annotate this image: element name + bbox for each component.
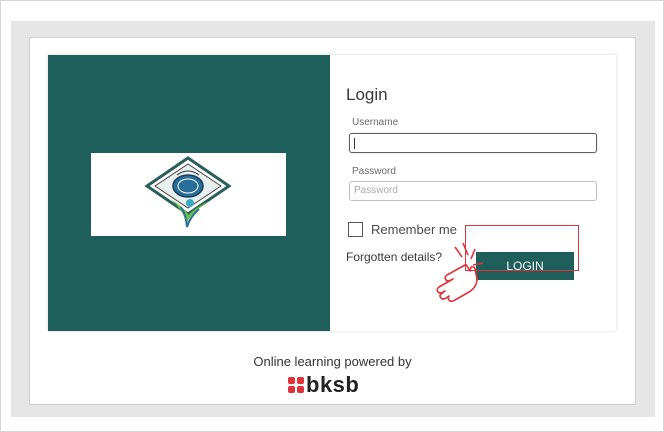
screenshot-frame: Login Username Password Password Remembe… xyxy=(0,0,664,432)
password-placeholder: Password xyxy=(354,185,398,196)
login-title: Login xyxy=(346,85,388,104)
password-field[interactable]: Password xyxy=(349,181,597,201)
school-logo-icon xyxy=(91,153,286,236)
hand-pointer-icon xyxy=(425,235,495,305)
bksb-logo-icon xyxy=(288,377,304,393)
page-container: Login Username Password Password Remembe… xyxy=(29,37,636,405)
login-card: Login Username Password Password Remembe… xyxy=(48,55,616,331)
remember-checkbox[interactable] xyxy=(348,221,363,237)
bksb-logo: bksb xyxy=(288,372,359,398)
text-caret xyxy=(354,138,355,149)
page-background: Login Username Password Password Remembe… xyxy=(11,21,655,417)
bksb-wordmark: bksb xyxy=(306,372,360,397)
password-label: Password xyxy=(352,166,396,177)
powered-by-text: Online learning powered by xyxy=(253,354,412,369)
brand-panel xyxy=(48,55,330,331)
username-field[interactable] xyxy=(349,133,597,153)
username-label: Username xyxy=(352,117,399,128)
